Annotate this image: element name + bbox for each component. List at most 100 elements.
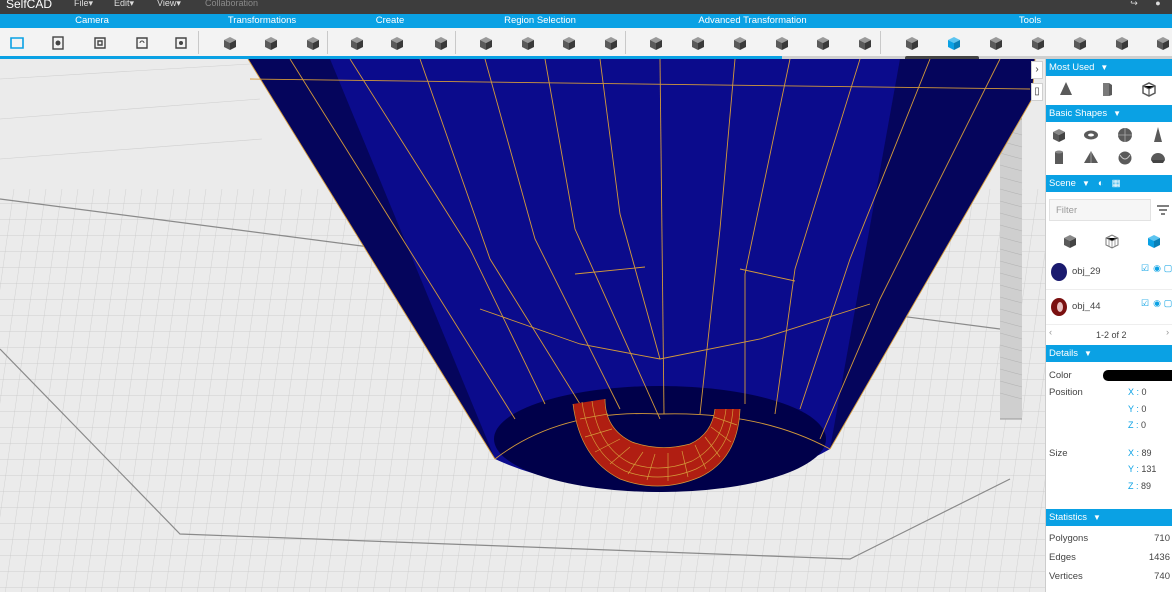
stat-edges: Edges 1436 — [1046, 549, 1172, 568]
camera-fit-icon[interactable] — [89, 32, 111, 54]
lock-icon[interactable]: ▢ — [1163, 298, 1172, 308]
camera-zoom-icon[interactable] — [47, 32, 69, 54]
camera-rotate-icon[interactable] — [131, 32, 153, 54]
bend-icon[interactable] — [645, 32, 667, 54]
stat-label: Polygons — [1049, 533, 1089, 544]
panel-shape-icon[interactable] — [1096, 78, 1118, 100]
eye-icon[interactable]: ◉ — [1152, 298, 1162, 308]
collapse-panel-icon[interactable]: › — [1031, 61, 1043, 79]
add-volume-icon[interactable] — [943, 32, 965, 54]
3d-viewport[interactable]: › ▯ — [0, 59, 1045, 592]
statistics-header[interactable]: Statistics ▼ — [1046, 509, 1172, 526]
wireframe-view-icon[interactable] — [1101, 230, 1123, 252]
taper-icon[interactable] — [771, 32, 793, 54]
boolean-icon[interactable] — [1111, 32, 1133, 54]
more-tools-icon[interactable] — [1152, 32, 1172, 54]
toolbar-separator — [198, 31, 199, 54]
scene-canvas[interactable] — [0, 59, 1045, 592]
subdivide-icon[interactable] — [687, 32, 709, 54]
toolbar-section-headers: Camera Transformations Create Region Sel… — [0, 14, 1172, 28]
most-used-header[interactable]: Most Used ▼ — [1046, 59, 1172, 76]
object-thumbnail-icon — [1051, 298, 1067, 316]
scene-toggle-icon[interactable]: ◐ — [1098, 178, 1104, 189]
eye-icon[interactable]: ◉ — [1152, 263, 1162, 273]
wire-cube-icon[interactable] — [1138, 78, 1160, 100]
camera-home-icon[interactable] — [6, 32, 28, 54]
scene-filter-input[interactable] — [1049, 199, 1151, 221]
select-vertex-icon[interactable] — [558, 32, 580, 54]
section-create: Create — [375, 15, 405, 26]
position-x[interactable]: X : 0 — [1128, 387, 1147, 397]
grid-view-icon[interactable]: ▦ — [1112, 178, 1121, 189]
chevron-down-icon: ▼ — [1113, 109, 1122, 118]
selected-view-icon[interactable] — [1143, 230, 1165, 252]
app-logo: SelfCAD — [6, 0, 53, 10]
toolbar-separator — [455, 31, 456, 54]
checkbox-icon[interactable]: ☑ — [1140, 263, 1150, 273]
prev-page-icon[interactable]: ‹ — [1049, 327, 1052, 338]
scene-label: Scene — [1049, 178, 1076, 189]
slice-icon[interactable] — [729, 32, 751, 54]
right-panel: Most Used ▼ Basic Shapes ▼ Scene ▼ ◐ ▦ obj_29… — [1045, 59, 1172, 592]
lock-icon[interactable]: ▢ — [1163, 263, 1172, 273]
stitch-icon[interactable] — [901, 32, 923, 54]
solid-view-icon[interactable] — [1059, 230, 1081, 252]
panel-toggle-icon[interactable]: ▯ — [1031, 83, 1043, 101]
move-icon[interactable] — [219, 32, 241, 54]
selfcad-app: SelfCAD File▾ Edit▾ View▾ Collaboration … — [0, 0, 1172, 592]
pyramid-icon[interactable] — [1080, 147, 1102, 169]
color-swatch[interactable] — [1103, 370, 1172, 381]
menu-collaboration[interactable]: Collaboration — [205, 0, 258, 8]
rotate-icon[interactable] — [260, 32, 282, 54]
scene-object-row[interactable]: obj_44 ☑ ◉ ▢ — [1046, 291, 1172, 325]
cylinder-icon[interactable] — [1048, 147, 1070, 169]
scale-icon[interactable] — [302, 32, 324, 54]
select-edge-icon[interactable] — [517, 32, 539, 54]
checkbox-icon[interactable]: ☑ — [1140, 298, 1150, 308]
size-y[interactable]: Y : 131 — [1128, 464, 1156, 474]
color-label: Color — [1049, 370, 1072, 381]
menu-file[interactable]: File▾ — [74, 0, 93, 8]
section-tools: Tools — [1018, 15, 1042, 26]
cone-icon[interactable] — [1147, 124, 1169, 146]
filter-icon[interactable] — [1152, 199, 1172, 221]
main-toolbar — [0, 28, 1172, 57]
stat-label: Vertices — [1049, 571, 1083, 582]
toolbar-separator — [327, 31, 328, 54]
camera-snapshot-icon[interactable] — [170, 32, 192, 54]
position-y[interactable]: Y : 0 — [1128, 404, 1146, 414]
section-camera: Camera — [75, 15, 109, 26]
scene-header[interactable]: Scene ▼ ◐ ▦ — [1046, 175, 1172, 192]
smooth-icon[interactable] — [854, 32, 876, 54]
position-z[interactable]: Z : 0 — [1128, 420, 1146, 430]
extrude-create-icon[interactable] — [386, 32, 408, 54]
twist-icon[interactable] — [812, 32, 834, 54]
sphere-tool-icon[interactable] — [1027, 32, 1049, 54]
torus-icon[interactable] — [1080, 124, 1102, 146]
add-shape-icon[interactable] — [346, 32, 368, 54]
menu-view[interactable]: View▾ — [157, 0, 181, 8]
size-z[interactable]: Z : 89 — [1128, 481, 1151, 491]
object-name: obj_29 — [1072, 266, 1101, 277]
cone-shape-icon[interactable] — [1055, 78, 1077, 100]
menu-edit[interactable]: Edit▾ — [114, 0, 134, 8]
scene-object-row[interactable]: obj_29 ☑ ◉ ▢ — [1046, 256, 1172, 290]
mesh-tool-icon[interactable] — [1069, 32, 1091, 54]
chevron-down-icon: ▼ — [1100, 63, 1109, 72]
size-x[interactable]: X : 89 — [1128, 448, 1152, 458]
toolbar-separator — [880, 31, 881, 54]
select-face-icon[interactable] — [475, 32, 497, 54]
knot-icon[interactable] — [1114, 147, 1136, 169]
sphere-icon[interactable] — [1114, 124, 1136, 146]
user-icon[interactable]: ● — [1152, 0, 1164, 8]
hemisphere-icon[interactable] — [1147, 147, 1169, 169]
exit-icon[interactable]: ↪ — [1128, 0, 1140, 8]
details-header[interactable]: Details ▼ — [1046, 345, 1172, 362]
select-all-icon[interactable] — [600, 32, 622, 54]
tube-icon[interactable] — [985, 32, 1007, 54]
object-name: obj_44 — [1072, 301, 1101, 312]
cube-icon[interactable] — [1048, 124, 1070, 146]
next-page-icon[interactable]: › — [1166, 327, 1169, 338]
basic-shapes-header[interactable]: Basic Shapes ▼ — [1046, 105, 1172, 122]
sketch-icon[interactable] — [430, 32, 452, 54]
